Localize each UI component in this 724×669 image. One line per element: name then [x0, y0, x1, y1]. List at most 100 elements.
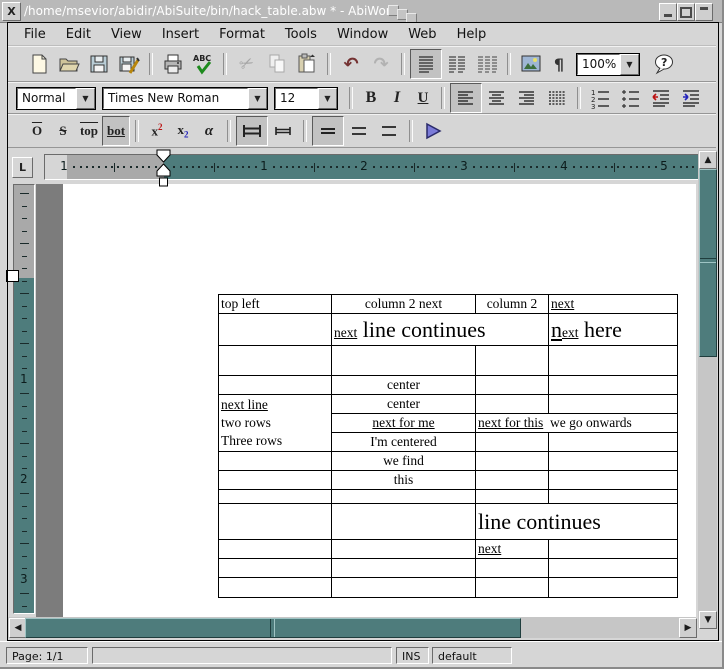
table-cell[interactable] — [476, 346, 549, 376]
italic-button[interactable]: I — [384, 84, 410, 112]
align-center-button[interactable] — [482, 84, 512, 112]
bottomline-button[interactable]: bot — [102, 116, 130, 146]
table-cell[interactable] — [549, 376, 678, 395]
table-cell[interactable] — [219, 490, 332, 504]
table-cell[interactable] — [219, 452, 332, 471]
table-cell[interactable] — [549, 559, 678, 578]
horizontal-ruler[interactable]: 112345 — [44, 154, 708, 180]
table-cell[interactable] — [476, 578, 549, 598]
table-cell[interactable]: next line continues — [332, 314, 549, 346]
save-as-button[interactable] — [114, 50, 144, 78]
table-cell[interactable] — [476, 559, 549, 578]
table-cell[interactable]: next for me — [332, 414, 476, 433]
para-space-after-button[interactable] — [268, 117, 298, 145]
table-cell[interactable]: next here — [549, 314, 678, 346]
table-cell[interactable] — [549, 540, 678, 559]
menu-item-format[interactable]: Format — [209, 25, 275, 44]
spellcheck-button[interactable]: ABC — [188, 50, 218, 78]
table-cell[interactable]: next linetwo rowsThree rows — [219, 395, 332, 452]
table-cell[interactable]: top left — [219, 295, 332, 314]
table-cell[interactable]: column 2 — [476, 295, 549, 314]
font-size-combo[interactable]: 12 ▼ — [274, 87, 338, 110]
table-cell[interactable]: next for this we go onwards — [476, 414, 678, 433]
cut-button[interactable]: ✂ — [232, 50, 262, 78]
align-left-button[interactable] — [450, 83, 482, 113]
save-button[interactable] — [84, 50, 114, 78]
table-cell[interactable]: this — [332, 471, 476, 490]
para-space-before-button[interactable] — [236, 116, 268, 146]
table-cell[interactable]: I'm centered — [332, 433, 476, 452]
menu-item-tools[interactable]: Tools — [275, 25, 327, 44]
columns-1-button[interactable] — [410, 49, 442, 79]
table-cell[interactable] — [219, 578, 332, 598]
menu-item-edit[interactable]: Edit — [56, 25, 101, 44]
undo-button[interactable]: ↶ — [336, 50, 366, 78]
menu-item-file[interactable]: File — [14, 25, 56, 44]
print-button[interactable] — [158, 50, 188, 78]
paste-button[interactable] — [292, 50, 322, 78]
table-cell[interactable]: center — [332, 395, 476, 414]
document-table[interactable]: top leftcolumn 2 nextcolumn 2 next next li… — [218, 294, 678, 598]
minimize-button[interactable] — [659, 3, 677, 21]
zoom-combo[interactable]: 100% ▼ — [576, 53, 640, 76]
table-cell[interactable] — [476, 395, 549, 414]
table-cell[interactable] — [549, 395, 678, 414]
font-combo[interactable]: Times New Roman ▼ — [102, 87, 268, 110]
style-combo[interactable]: Normal ▼ — [16, 87, 96, 110]
font-size-dropdown-button[interactable]: ▼ — [318, 88, 337, 109]
table-cell[interactable]: center — [332, 376, 476, 395]
zoom-dropdown-button[interactable]: ▼ — [620, 54, 639, 75]
font-value[interactable]: Times New Roman — [103, 88, 248, 109]
table-cell[interactable]: next — [476, 540, 549, 559]
vertical-ruler[interactable]: 123 — [13, 184, 35, 614]
menu-item-insert[interactable]: Insert — [152, 25, 209, 44]
tab-selector-button[interactable]: L — [12, 157, 33, 178]
menu-item-view[interactable]: View — [101, 25, 152, 44]
document-page[interactable]: top leftcolumn 2 nextcolumn 2 next next li… — [63, 184, 696, 617]
table-cell[interactable] — [332, 504, 476, 540]
indent-markers[interactable] — [155, 149, 173, 191]
numbered-list-button[interactable]: 123 — [586, 84, 616, 112]
table-cell[interactable] — [549, 452, 678, 471]
table-cell[interactable] — [219, 559, 332, 578]
table-cell[interactable] — [476, 433, 549, 452]
scroll-down-button[interactable]: ▼ — [699, 611, 717, 629]
font-dropdown-button[interactable]: ▼ — [248, 88, 267, 109]
table-cell[interactable] — [332, 578, 476, 598]
scroll-up-button[interactable]: ▲ — [699, 151, 717, 169]
bold-button[interactable]: B — [358, 84, 384, 112]
line-spacing-single-button[interactable] — [312, 116, 344, 146]
align-right-button[interactable] — [512, 84, 542, 112]
line-spacing-15-button[interactable] — [344, 117, 374, 145]
horizontal-scrollbar-thumb[interactable] — [25, 618, 521, 638]
table-cell[interactable] — [549, 346, 678, 376]
maximize-button[interactable] — [677, 3, 695, 21]
decrease-indent-button[interactable] — [646, 84, 676, 112]
overline-button[interactable]: O — [24, 117, 50, 145]
document-view[interactable]: top leftcolumn 2 nextcolumn 2 next next li… — [36, 184, 696, 617]
table-cell[interactable] — [219, 314, 332, 346]
table-cell[interactable] — [332, 490, 476, 504]
scroll-right-button[interactable]: ▶ — [679, 618, 697, 638]
font-size-value[interactable]: 12 — [275, 88, 318, 109]
titlebar[interactable]: X /home/msevior/abidir/AbiSuite/bin/hack… — [0, 0, 724, 23]
style-value[interactable]: Normal — [17, 88, 76, 109]
table-cell[interactable] — [219, 471, 332, 490]
table-cell[interactable] — [219, 540, 332, 559]
table-cell[interactable] — [476, 471, 549, 490]
increase-indent-button[interactable] — [676, 84, 706, 112]
table-cell[interactable] — [549, 578, 678, 598]
menu-item-window[interactable]: Window — [327, 25, 398, 44]
insert-image-button[interactable] — [516, 50, 546, 78]
align-justify-button[interactable] — [542, 84, 572, 112]
bulleted-list-button[interactable] — [616, 84, 646, 112]
open-button[interactable] — [54, 50, 84, 78]
table-cell[interactable] — [332, 346, 476, 376]
show-paragraphs-button[interactable]: ¶ — [546, 50, 572, 78]
zoom-value[interactable]: 100% — [577, 54, 620, 75]
menu-item-help[interactable]: Help — [447, 25, 497, 44]
table-cell[interactable]: column 2 next — [332, 295, 476, 314]
line-spacing-double-button[interactable] — [374, 117, 404, 145]
table-cell[interactable]: line continues — [476, 504, 678, 540]
copy-button[interactable] — [262, 50, 292, 78]
